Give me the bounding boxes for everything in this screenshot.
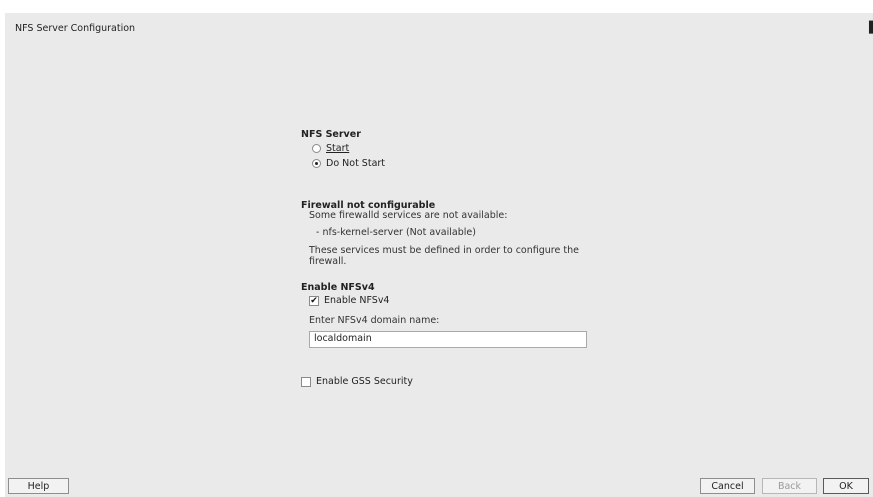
nfsv4-heading: Enable NFSv4 [301,282,375,293]
radio-start-indicator-icon[interactable] [312,144,321,153]
cancel-button[interactable]: Cancel [700,478,755,494]
enable-nfsv4-label: Enable NFSv4 [324,295,390,306]
enable-gss-checkbox[interactable]: Enable GSS Security [301,376,413,387]
nfsv4-domain-label: Enter NFSv4 domain name: [309,315,440,326]
radio-do-not-start-label: Do Not Start [326,158,386,169]
firewall-line-3: These services must be defined in order … [309,245,579,267]
nfs-config-window: NFS Server Configuration ▌ NFS Server St… [5,13,873,497]
firewall-line-1: Some firewalld services are not availabl… [309,210,508,221]
radio-do-not-start-indicator-icon[interactable] [312,159,321,168]
checkmark-icon[interactable]: ✔ [309,295,319,306]
enable-gss-label: Enable GSS Security [316,376,413,387]
back-button[interactable]: Back [762,478,817,494]
help-button-label: Help [27,480,50,492]
nfsv4-domain-input[interactable]: localdomain [309,331,587,348]
enable-nfsv4-checkbox[interactable]: ✔ Enable NFSv4 [309,295,389,306]
window-edge-marker-icon: ▌ [869,22,873,33]
firewall-line-2: - nfs-kernel-server (Not available) [316,227,476,238]
help-button[interactable]: Help [8,478,69,494]
ok-button-label: OK [839,480,853,492]
radio-do-not-start[interactable]: Do Not Start [312,158,385,169]
back-button-label: Back [777,480,802,492]
cancel-button-label: Cancel [711,480,744,492]
nfs-server-heading: NFS Server [301,129,361,140]
empty-checkbox-icon[interactable] [301,376,311,387]
radio-start-label: Start [326,143,350,154]
ok-button[interactable]: OK [823,478,869,494]
radio-start[interactable]: Start [312,143,349,154]
window-title: NFS Server Configuration [15,23,136,34]
